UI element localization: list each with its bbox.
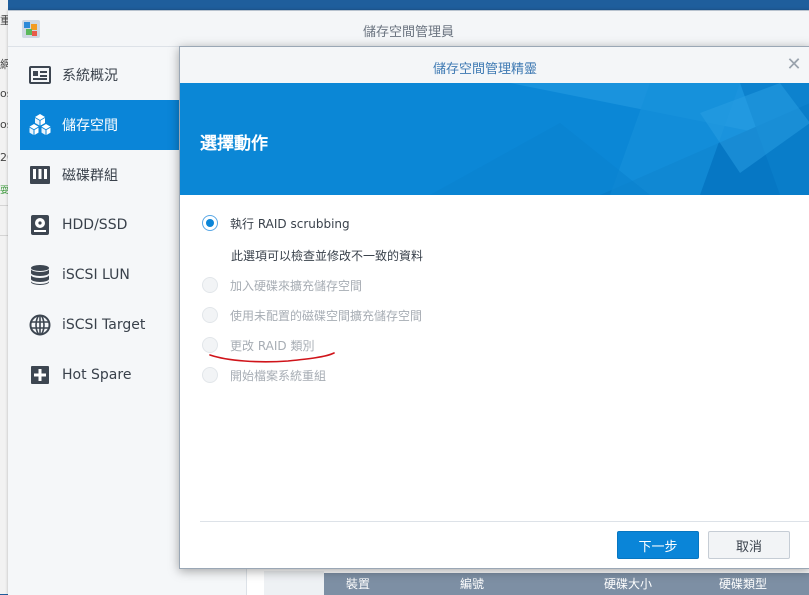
overview-icon xyxy=(28,63,52,87)
iscsi-lun-icon xyxy=(28,263,52,287)
option-label: 開始檔案系統重組 xyxy=(230,368,327,383)
background-divider xyxy=(0,235,8,236)
option-label: 執行 RAID scrubbing xyxy=(230,216,350,231)
disk-grid-header: 裝置 編號 硬碟大小 硬碟類型 xyxy=(324,573,809,595)
option-description: 此選項可以檢查並修改不一致的資料 xyxy=(231,249,424,263)
sidebar-item-label: iSCSI LUN xyxy=(62,267,130,283)
disk-group-icon xyxy=(28,163,52,187)
sidebar-item-label: iSCSI Target xyxy=(62,317,146,333)
window-title: 儲存空間管理員 xyxy=(362,25,454,40)
sidebar-item-label: 磁碟群組 xyxy=(62,168,118,184)
grid-column-header[interactable]: 編號 xyxy=(460,575,484,592)
window-titlebar[interactable]: 儲存空間管理員 xyxy=(8,11,809,47)
storage-cubes-icon xyxy=(28,113,52,137)
background-window-strip: 重 網 os os 20 耍 xyxy=(0,0,14,594)
next-button[interactable]: 下一步 xyxy=(617,531,699,559)
dialog-titlebar[interactable]: 儲存空間管理精靈 ✕ xyxy=(180,47,809,83)
option-expand-unallocated[interactable]: 使用未配置的磁碟空間擴充儲存空間 xyxy=(202,305,422,325)
radio-button-selected[interactable] xyxy=(202,215,218,231)
radio-button-disabled[interactable] xyxy=(202,307,218,323)
option-label: 使用未配置的磁碟空間擴充儲存空間 xyxy=(230,308,423,323)
option-label: 加入硬碟來擴充儲存空間 xyxy=(230,278,363,293)
radio-button-disabled[interactable] xyxy=(202,277,218,293)
cancel-button[interactable]: 取消 xyxy=(708,531,790,559)
storage-wizard-dialog: 儲存空間管理精靈 ✕ 選擇動作 執行 RAID scrubbing 此選項可以檢… xyxy=(179,46,809,569)
dialog-title: 儲存空間管理精靈 xyxy=(432,62,537,77)
wizard-step-title: 選擇動作 xyxy=(200,134,268,154)
grid-column-header[interactable]: 裝置 xyxy=(346,575,370,592)
grid-column-header[interactable]: 硬碟類型 xyxy=(719,575,767,592)
radio-button-disabled[interactable] xyxy=(202,367,218,383)
sidebar-item-label: HDD/SSD xyxy=(62,217,128,233)
wizard-banner: 選擇動作 xyxy=(180,83,809,195)
globe-icon xyxy=(28,313,52,337)
hdd-icon xyxy=(28,213,52,237)
sidebar-item-label: 系統概況 xyxy=(62,68,118,84)
background-divider xyxy=(0,205,8,206)
option-add-disks[interactable]: 加入硬碟來擴充儲存空間 xyxy=(202,275,362,295)
red-underline-annotation xyxy=(209,352,335,363)
background-grid-spacer xyxy=(264,571,324,595)
option-defragment[interactable]: 開始檔案系統重組 xyxy=(202,365,326,385)
option-raid-scrubbing[interactable]: 執行 RAID scrubbing xyxy=(202,213,350,233)
grid-column-header[interactable]: 硬碟大小 xyxy=(604,575,652,592)
close-icon[interactable]: ✕ xyxy=(785,56,803,74)
sidebar-item-label: 儲存空間 xyxy=(62,118,118,134)
plus-square-icon xyxy=(28,363,52,387)
banner-decoration xyxy=(430,83,809,195)
sidebar-item-label: Hot Spare xyxy=(62,367,132,383)
background-window-fragment xyxy=(780,0,809,10)
footer-divider xyxy=(200,521,809,522)
